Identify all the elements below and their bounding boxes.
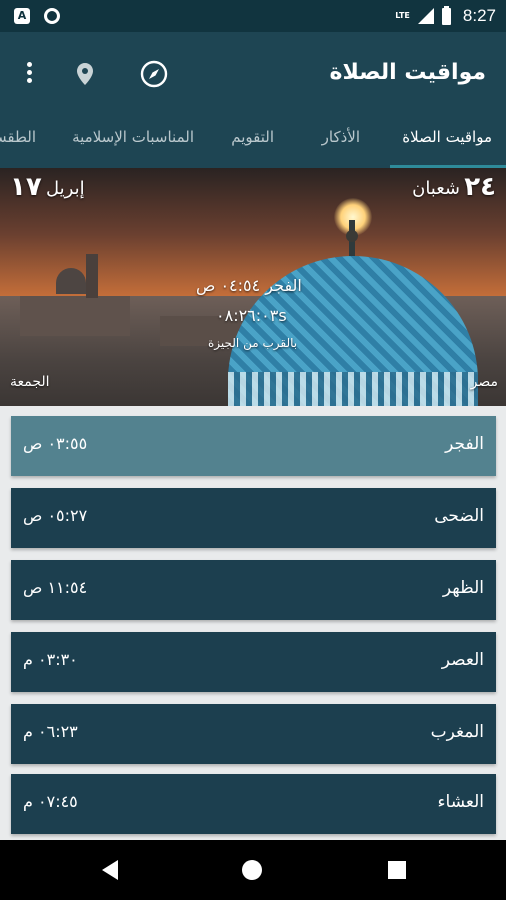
prayer-time: ٠٣:٣٠ م bbox=[23, 650, 78, 669]
prayer-name: المغرب bbox=[430, 722, 484, 742]
tab-calendar[interactable]: التقويم bbox=[231, 128, 274, 146]
battery-icon bbox=[441, 5, 451, 25]
system-nav-bar bbox=[0, 840, 506, 900]
prayer-time: ٠٦:٢٣ م bbox=[23, 722, 78, 741]
home-icon[interactable] bbox=[242, 860, 262, 880]
more-options-icon[interactable] bbox=[22, 62, 36, 88]
prayer-row-duha[interactable]: الضحى ٠٥:٢٧ ص bbox=[11, 488, 496, 548]
next-prayer: الفجر ٠٤:٥٤ ص bbox=[196, 276, 302, 295]
prayer-time: ٠٧:٤٥ م bbox=[23, 792, 78, 811]
app-bar: مواقيت الصلاة bbox=[0, 32, 506, 116]
minaret bbox=[86, 254, 98, 298]
prayer-row-dhuhr[interactable]: الظهر ١١:٥٤ ص bbox=[11, 560, 496, 620]
prayer-name: العشاء bbox=[437, 792, 484, 812]
prayer-time: ٠٥:٢٧ ص bbox=[23, 506, 88, 525]
country-label: مصر bbox=[470, 374, 498, 390]
building bbox=[20, 296, 130, 336]
prayer-row-isha[interactable]: العشاء ٠٧:٤٥ م bbox=[11, 774, 496, 834]
tab-prayer-times[interactable]: مواقيت الصلاة bbox=[402, 128, 492, 146]
prayer-row-maghrib[interactable]: المغرب ٠٦:٢٣ م bbox=[11, 704, 496, 764]
signal-icon bbox=[417, 8, 434, 24]
gregorian-month: إبريل bbox=[46, 178, 85, 199]
prayer-row-asr[interactable]: العصر ٠٣:٣٠ م bbox=[11, 632, 496, 692]
hero-banner: ٢٤ شعبان ١٧ إبريل الفجر ٠٤:٥٤ ص ٠٨:٢٦:٠٣… bbox=[0, 168, 506, 406]
gregorian-day: ١٧ bbox=[10, 172, 42, 202]
small-dome bbox=[56, 268, 86, 294]
prayer-time: ٠٣:٥٥ ص bbox=[23, 434, 88, 453]
lte-label: LTE bbox=[395, 11, 410, 20]
weekday-label: الجمعة bbox=[10, 374, 50, 390]
hijri-day: ٢٤ bbox=[464, 172, 496, 202]
notification-app-icon: A bbox=[14, 8, 30, 24]
prayer-name: الفجر bbox=[445, 434, 484, 454]
page-title: مواقيت الصلاة bbox=[329, 60, 486, 85]
back-icon[interactable] bbox=[102, 860, 118, 880]
tab-bar: مواقيت الصلاة الأذكار التقويم المناسبات … bbox=[0, 116, 506, 168]
recent-apps-icon[interactable] bbox=[388, 861, 406, 879]
hijri-month: شعبان bbox=[412, 178, 460, 199]
prayer-time: ١١:٥٤ ص bbox=[23, 578, 88, 597]
location-pin-icon[interactable] bbox=[76, 62, 94, 86]
location-label: بالقرب من الجيزة bbox=[208, 336, 298, 350]
prayer-name: الظهر bbox=[442, 578, 484, 598]
status-bar: A LTE 8:27 bbox=[0, 0, 506, 32]
prayer-name: العصر bbox=[441, 650, 484, 670]
qibla-compass-icon[interactable] bbox=[140, 60, 168, 88]
prayer-row-fajr[interactable]: الفجر ٠٣:٥٥ ص bbox=[11, 416, 496, 476]
tab-islamic-events[interactable]: المناسبات الإسلامية bbox=[72, 128, 194, 146]
tab-weather[interactable]: الطقس bbox=[0, 128, 36, 146]
mosque-dome-band bbox=[228, 372, 478, 406]
notification-circle-icon bbox=[44, 8, 60, 24]
status-clock: 8:27 bbox=[462, 6, 496, 25]
prayer-name: الضحى bbox=[434, 506, 484, 526]
tab-adhkar[interactable]: الأذكار bbox=[322, 128, 360, 146]
countdown-timer: ٠٨:٢٦:٠٣s bbox=[216, 306, 287, 325]
dome-finial-ball bbox=[346, 230, 358, 242]
